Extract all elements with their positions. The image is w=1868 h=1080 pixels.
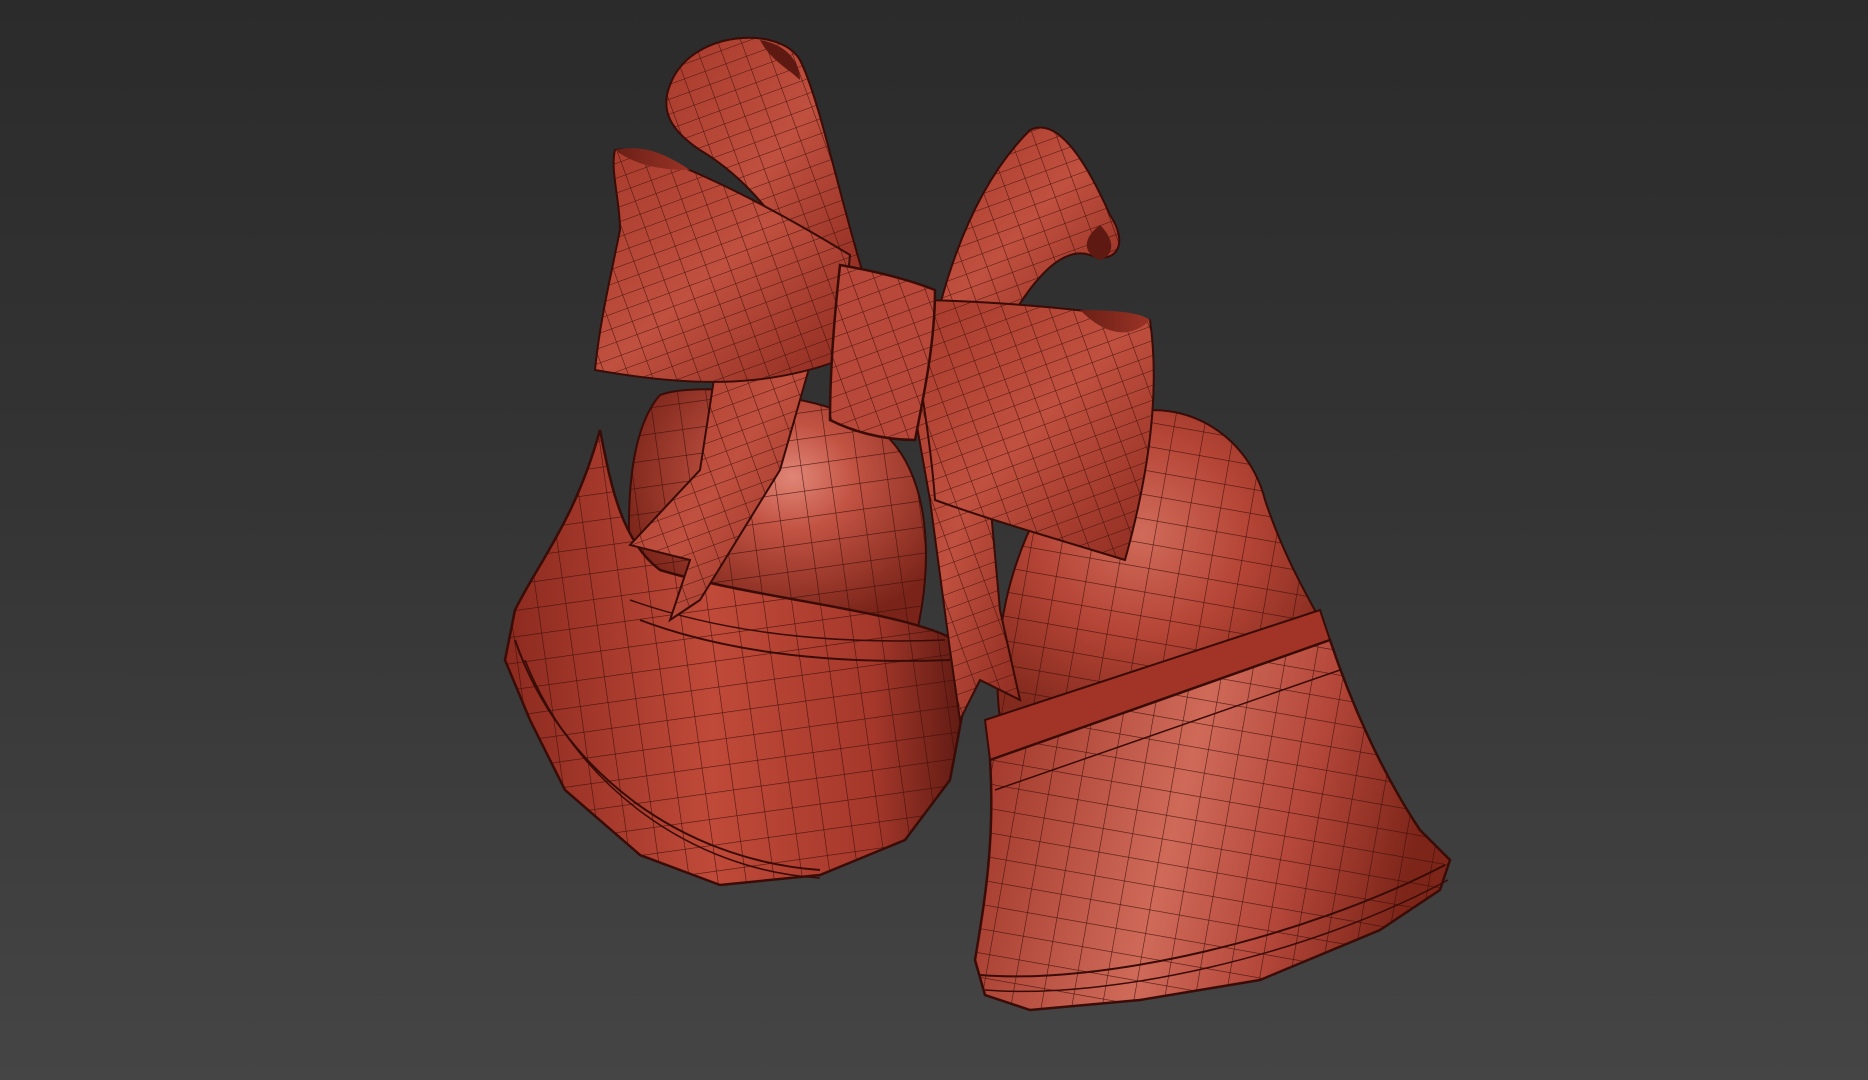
model-render <box>503 36 1452 1012</box>
viewport-3d[interactable] <box>0 0 1868 1080</box>
